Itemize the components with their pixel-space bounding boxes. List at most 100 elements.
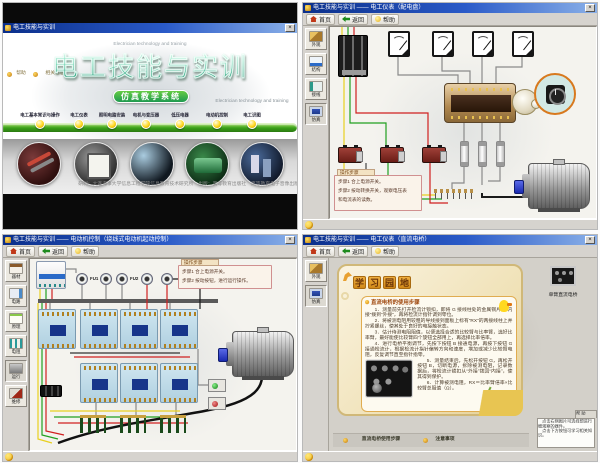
home-button[interactable]: 首页: [306, 246, 335, 257]
menu-orb-button[interactable]: [35, 119, 45, 129]
cautions-link[interactable]: 注意事项: [423, 435, 461, 446]
window-title: 电工技能与实训 —— 电工仪表（配电盘）: [313, 3, 583, 13]
menu-orb-button[interactable]: [107, 119, 117, 129]
home-icon: [310, 16, 317, 22]
duck-decoration: [499, 300, 509, 312]
contactor: [120, 309, 158, 349]
content-card: 直流电桥的使用步骤 1．测量前先打开检流计锁扣，即将 G 接线柱处的金属铜片由“…: [361, 296, 517, 412]
app-icon: [305, 237, 311, 243]
view-sidebar: 外观 结构 接线 仿真: [303, 26, 329, 219]
header-tile: 习: [368, 276, 381, 289]
sidebar-equipment-button[interactable]: 器材: [5, 260, 27, 282]
menu-orb-button[interactable]: [247, 119, 257, 129]
home-icon: [310, 248, 317, 254]
usage-steps-link[interactable]: 直流电桥使用步骤: [343, 435, 413, 446]
meter-corner: [446, 49, 452, 55]
help-icon: [375, 16, 381, 22]
sidebar-simulation-button[interactable]: 仿真: [305, 103, 327, 125]
contactor: [38, 309, 76, 349]
simulation-canvas: FU1 FU2 操作步骤 步骤1 合上电源开关。 步骤2 按动按钮，进行运行操作…: [29, 258, 297, 451]
close-button[interactable]: ×: [285, 24, 295, 32]
sidebar-principle-button[interactable]: 原理: [5, 310, 27, 332]
back-button[interactable]: 返回: [38, 246, 68, 257]
fuse: [141, 273, 153, 285]
photo-band: 研制：大连海事大学信息工程学院信息教育技术研究所 出版：高等教育出版社 高等教育…: [3, 139, 297, 194]
analog-meter: [472, 31, 494, 57]
note-text: 步骤1 合上电源开关。 步骤2 按动转换开关，观察电压表 和电流表的读数。: [335, 176, 421, 206]
rotary-changeover-switch[interactable]: [444, 83, 516, 123]
monitor-icon: [309, 288, 323, 299]
red-button-icon: [212, 401, 218, 407]
back-button[interactable]: 返回: [338, 246, 368, 257]
letterbox-top: [3, 3, 297, 23]
circuit-breaker[interactable]: [36, 261, 66, 289]
sidebar-simulation-button[interactable]: 仿真: [305, 285, 327, 307]
contactor: [80, 363, 118, 403]
circuit-icon: [9, 288, 23, 299]
sidebar-appearance-button[interactable]: 外观: [305, 260, 327, 282]
sidebar-resistor-button[interactable]: 电阻: [5, 335, 27, 357]
menu-orb-button[interactable]: [212, 119, 222, 129]
box-icon: [309, 31, 323, 42]
contactor: [160, 309, 198, 349]
fuse: [161, 273, 173, 285]
mascot-icon: [305, 221, 313, 229]
help-icon: [75, 248, 81, 254]
bullet-icon: [365, 300, 369, 304]
close-button[interactable]: ×: [285, 236, 295, 244]
window-body: 器材 电路 原理 电阻 运行 维修: [3, 258, 297, 451]
device-thumbnail[interactable]: [550, 266, 576, 286]
sidebar-repair-button[interactable]: 维修: [5, 385, 27, 407]
home-button[interactable]: 首页: [306, 14, 335, 25]
sidebar-run-button[interactable]: 运行: [5, 360, 27, 382]
help-text: 点击右侧图片可选择想进行细观察的器件。点击下方按钮可学习相关知识。: [538, 419, 593, 438]
leaf-icon: [343, 272, 352, 281]
step-paragraph: 3．估计待测电阻阻值，以便选择合适的比较臂与比率臂，选好比率臂，最好能使比较臂四…: [365, 329, 512, 340]
help-icon: [375, 248, 381, 254]
step-paragraph: 4．进行电桥平衡调节，先按下按钮 B 接通电源，再按下按钮 G 接通检流计，根据…: [365, 341, 512, 357]
resistor-bank-icon: [9, 338, 23, 349]
dc-bridge-window: 电工技能与实训 —— 电工仪表（直流电桥） × 首页 返回 帮助 外观 仿真 学…: [302, 234, 598, 462]
menu-orb-button[interactable]: [141, 119, 151, 129]
operation-steps-note: 操作步骤 步骤1 合上电源开关。 步骤2 按动按钮，进行运行操作。: [178, 265, 272, 289]
splash-window: 电工技能与实训 × Electrician technology and tra…: [2, 2, 298, 230]
home-button[interactable]: 首页: [6, 246, 35, 257]
bullet-icon: [343, 438, 348, 443]
help-note-tab: 帮 助: [575, 410, 597, 418]
fuse-cartridge: [496, 141, 505, 167]
equipment-icon: [9, 263, 23, 274]
start-button-panel[interactable]: [208, 379, 226, 392]
sidebar-structure-button[interactable]: 结构: [305, 53, 327, 75]
motor-shaft: [514, 180, 524, 194]
status-bar: [3, 451, 297, 461]
analog-meter: [432, 31, 454, 57]
menu-orb-button[interactable]: [175, 119, 185, 129]
green-button-icon: [212, 383, 218, 389]
window-body: 外观 结构 接线 仿真: [303, 26, 597, 219]
toolbar: 首页 返回 帮助: [303, 13, 597, 26]
circuit-breaker[interactable]: [338, 35, 368, 77]
sidebar-appearance-button[interactable]: 外观: [305, 28, 327, 50]
title-bar: 电工技能与实训 ×: [3, 23, 297, 33]
close-button[interactable]: ×: [585, 236, 595, 244]
content-text: 直流电桥的使用步骤 1．测量前先打开检流计锁扣，即将 G 接线柱处的金属铜片由“…: [365, 300, 512, 391]
help-button[interactable]: 帮助: [371, 14, 399, 25]
sidebar-circuit-button[interactable]: 电路: [5, 285, 27, 307]
box-icon: [309, 263, 323, 274]
view-sidebar: 外观 仿真: [303, 258, 329, 451]
header-tile: 学: [353, 276, 366, 289]
back-button[interactable]: 返回: [338, 14, 368, 25]
document-icon: [9, 313, 23, 324]
flower-decoration: [499, 396, 511, 408]
starting-resistor-bank: [80, 415, 106, 433]
help-button[interactable]: 帮助: [371, 246, 399, 257]
sidebar-wiring-button[interactable]: 接线: [305, 78, 327, 100]
title-bar: 电工技能与实训 —— 电工仪表（配电盘） ×: [303, 3, 597, 13]
close-button[interactable]: ×: [585, 4, 595, 12]
menu-orb-button[interactable]: [74, 119, 84, 129]
starting-resistor-bank: [160, 415, 186, 433]
fuse: [100, 273, 112, 285]
bullet-icon: [423, 438, 428, 443]
stop-button-panel[interactable]: [208, 397, 226, 410]
help-button[interactable]: 帮助: [71, 246, 99, 257]
